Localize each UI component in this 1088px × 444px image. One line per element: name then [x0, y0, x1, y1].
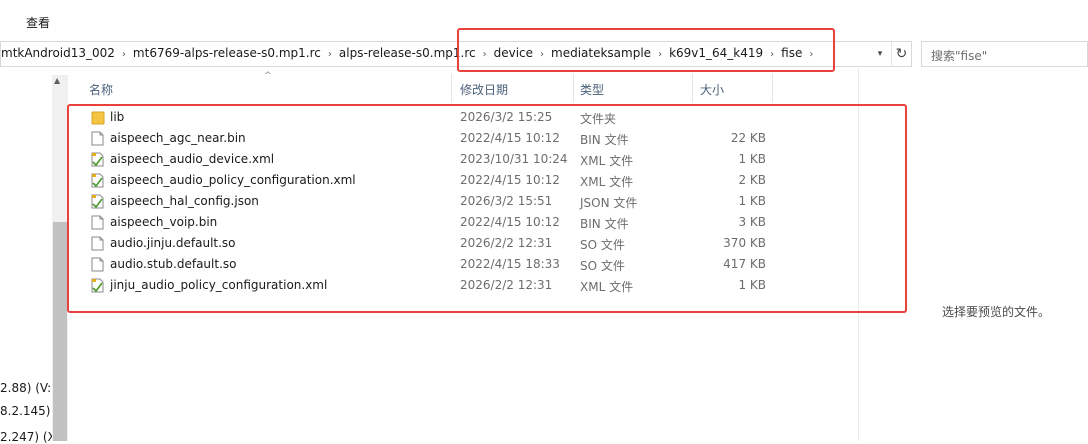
json-file-icon	[91, 194, 104, 209]
file-icon	[91, 215, 104, 230]
chevron-down-icon[interactable]: ▾	[871, 42, 889, 66]
file-type: XML 文件	[580, 280, 634, 294]
breadcrumb-item[interactable]: alps-release-s0.mp1.rc	[339, 46, 476, 60]
folder-icon	[91, 110, 105, 125]
ribbon: 查看	[0, 0, 1088, 41]
file-size: 2 KB	[738, 173, 766, 187]
preview-pane-divider[interactable]	[858, 68, 859, 441]
file-name: aispeech_agc_near.bin	[110, 131, 246, 145]
file-name: aispeech_audio_device.xml	[110, 152, 275, 166]
column-header-name[interactable]: 名称	[89, 81, 113, 98]
file-date: 2023/10/31 10:24	[460, 152, 568, 166]
xml-file-icon	[91, 152, 104, 167]
file-size: 1 KB	[738, 194, 766, 208]
file-name: aispeech_hal_config.json	[110, 194, 259, 208]
breadcrumb-item[interactable]: mt6769-alps-release-s0.mp1.rc	[133, 46, 321, 60]
scroll-up-arrow-icon[interactable]: ▲	[54, 76, 60, 85]
file-type: SO 文件	[580, 259, 625, 273]
file-size: 1 KB	[738, 278, 766, 292]
column-header-size[interactable]: 大小	[700, 81, 724, 98]
file-row[interactable]: jinju_audio_policy_configuration.xml 2026…	[88, 275, 788, 296]
file-size: 3 KB	[738, 215, 766, 229]
address-bar[interactable]: mtkAndroid13_002 › mt6769-alps-release-s0.…	[0, 41, 912, 67]
file-size: 22 KB	[730, 131, 766, 145]
drive-item[interactable]: 2.247) (X:	[0, 430, 60, 444]
file-date: 2026/3/2 15:51	[460, 194, 553, 208]
file-type: XML 文件	[580, 154, 634, 168]
refresh-icon[interactable]: ↻	[891, 42, 911, 66]
file-type: JSON 文件	[580, 196, 638, 210]
file-name: lib	[110, 110, 125, 124]
search-box[interactable]: 搜索"fise"	[921, 41, 1088, 67]
preview-empty-message: 选择要预览的文件。	[942, 305, 1051, 319]
chevron-right-icon[interactable]: ›	[763, 49, 781, 60]
file-date: 2022/4/15 10:12	[460, 131, 560, 145]
column-header-date[interactable]: 修改日期	[460, 81, 508, 98]
file-size: 370 KB	[723, 236, 766, 250]
breadcrumb-item[interactable]: mediateksample	[551, 46, 651, 60]
file-date: 2022/4/15 10:12	[460, 173, 560, 187]
nav-scrollbar-thumb[interactable]	[53, 222, 67, 441]
xml-file-icon	[91, 278, 104, 293]
file-row[interactable]: aispeech_voip.bin 2022/4/15 10:12 BIN 文件 3 …	[88, 212, 788, 233]
file-row[interactable]: aispeech_audio_policy_configuration.xml 2…	[88, 170, 788, 191]
column-divider[interactable]	[451, 74, 452, 102]
file-row[interactable]: aispeech_audio_device.xml 2023/10/31 10:2…	[88, 149, 788, 170]
file-type: BIN 文件	[580, 217, 629, 231]
file-type: SO 文件	[580, 238, 625, 252]
chevron-right-icon[interactable]: ›	[651, 49, 669, 60]
breadcrumb-item[interactable]: mtkAndroid13_002	[1, 46, 115, 60]
file-date: 2026/3/2 15:25	[460, 110, 553, 124]
file-icon	[91, 236, 104, 251]
file-icon	[91, 257, 104, 272]
file-name: audio.stub.default.so	[110, 257, 237, 271]
file-icon	[91, 131, 104, 146]
chevron-right-icon[interactable]: ›	[321, 49, 339, 60]
drive-item[interactable]: 8.2.145) (	[0, 404, 59, 418]
file-row[interactable]: aispeech_agc_near.bin 2022/4/15 10:12 BIN …	[88, 128, 788, 149]
file-size: 417 KB	[723, 257, 766, 271]
column-divider[interactable]	[692, 74, 693, 102]
file-row[interactable]: lib 2026/3/2 15:25 文件夹	[88, 107, 788, 128]
breadcrumb-item[interactable]: k69v1_64_k419	[669, 46, 763, 60]
file-name: aispeech_voip.bin	[110, 215, 218, 229]
column-divider[interactable]	[573, 74, 574, 102]
drive-item[interactable]: 2.88) (V:)	[0, 381, 56, 395]
file-row[interactable]: aispeech_hal_config.json 2026/3/2 15:51 JS…	[88, 191, 788, 212]
breadcrumb-item[interactable]: fise	[781, 46, 802, 60]
sort-ascending-icon: ^	[264, 71, 272, 81]
column-header-type[interactable]: 类型	[580, 81, 604, 98]
breadcrumb: mtkAndroid13_002 › mt6769-alps-release-s0.…	[1, 46, 820, 60]
file-type: XML 文件	[580, 175, 634, 189]
chevron-right-icon[interactable]: ›	[115, 49, 133, 60]
column-header-row: ^ 名称 修改日期 类型 大小	[68, 71, 858, 102]
file-date: 2022/4/15 18:33	[460, 257, 560, 271]
file-name: jinju_audio_policy_configuration.xml	[110, 278, 328, 292]
file-size: 1 KB	[738, 152, 766, 166]
column-divider[interactable]	[772, 74, 773, 102]
xml-file-icon	[91, 173, 104, 188]
file-name: aispeech_audio_policy_configuration.xml	[110, 173, 356, 187]
file-date: 2026/2/2 12:31	[460, 278, 553, 292]
file-row[interactable]: audio.jinju.default.so 2026/2/2 12:31 SO 文…	[88, 233, 788, 254]
chevron-right-icon[interactable]: ›	[802, 49, 820, 60]
file-type: BIN 文件	[580, 133, 629, 147]
chevron-right-icon[interactable]: ›	[476, 49, 494, 60]
file-date: 2026/2/2 12:31	[460, 236, 553, 250]
file-type: 文件夹	[580, 112, 617, 126]
tab-view[interactable]: 查看	[26, 14, 50, 31]
file-name: audio.jinju.default.so	[110, 236, 236, 250]
breadcrumb-item[interactable]: device	[494, 46, 533, 60]
file-date: 2022/4/15 10:12	[460, 215, 560, 229]
search-placeholder: 搜索"fise"	[931, 49, 988, 63]
file-row[interactable]: audio.stub.default.so 2022/4/15 18:33 SO 文…	[88, 254, 788, 275]
chevron-right-icon[interactable]: ›	[533, 49, 551, 60]
